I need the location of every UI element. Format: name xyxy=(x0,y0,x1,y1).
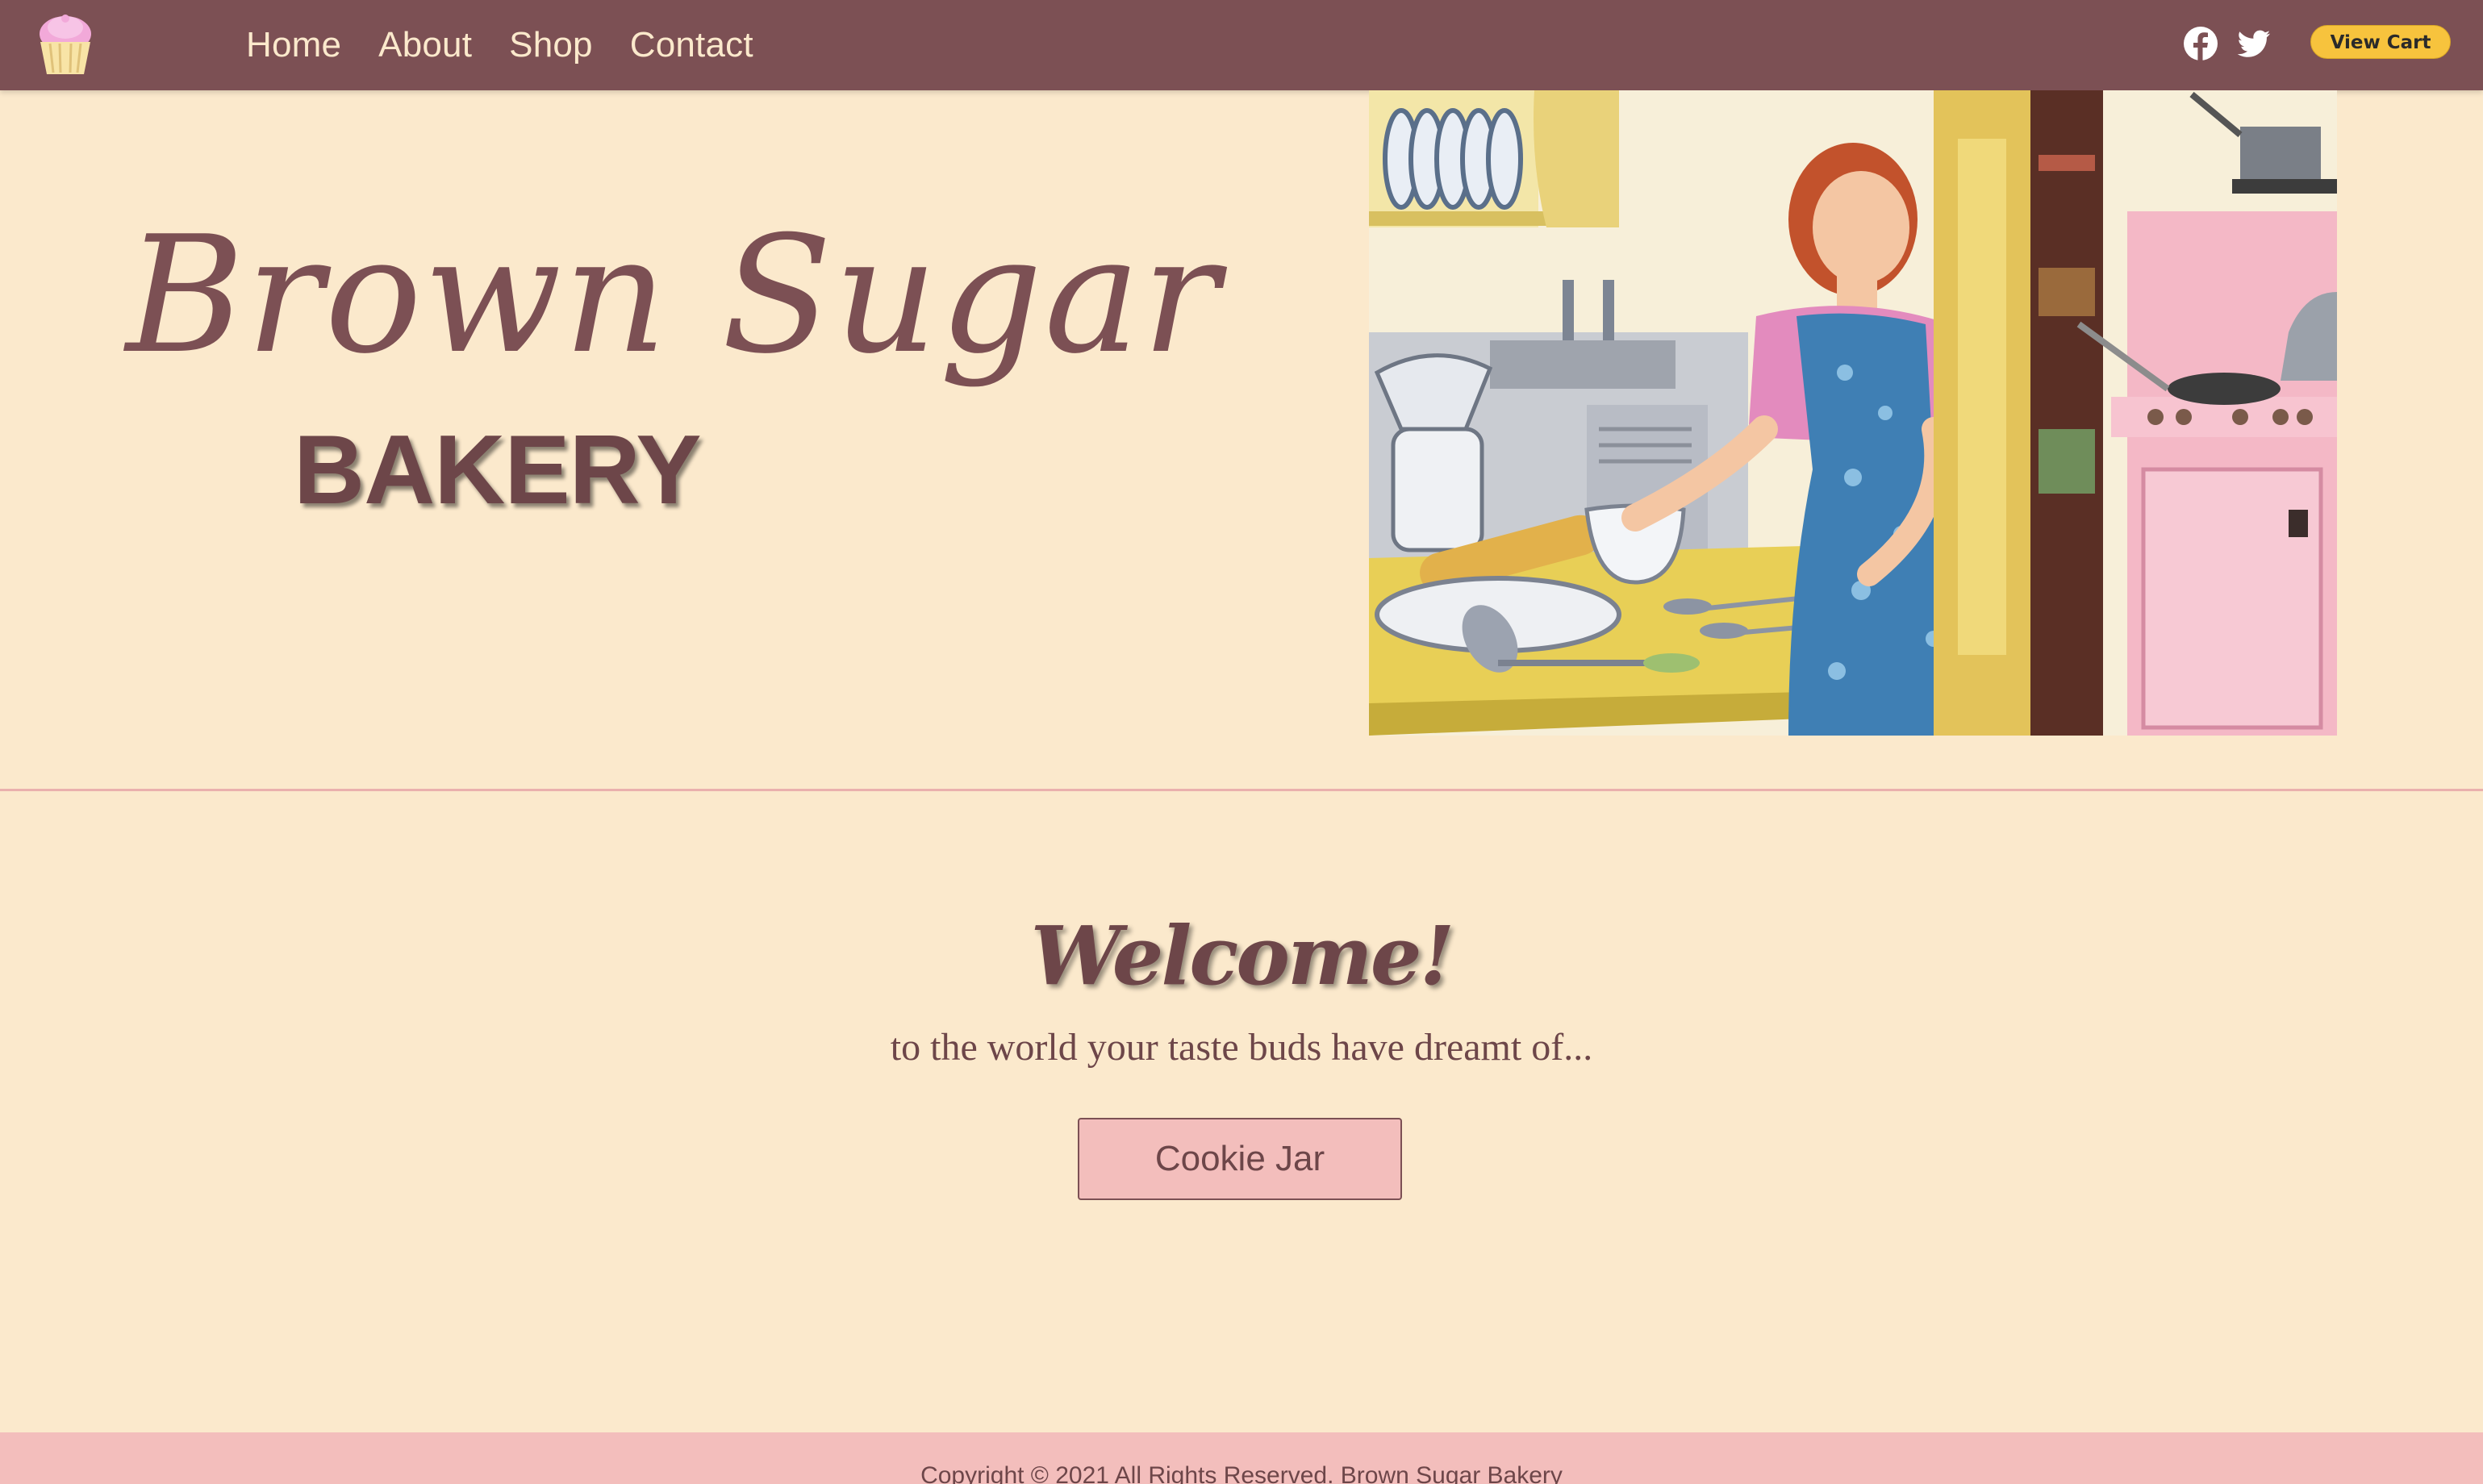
nav-link-home[interactable]: Home xyxy=(246,21,341,69)
footer-copyright: Copyright © 2021 All Rights Reserved. Br… xyxy=(920,1462,1563,1484)
footer: Copyright © 2021 All Rights Reserved. Br… xyxy=(0,1432,2483,1484)
brand-name-bakery: BAKERY xyxy=(294,415,702,524)
nav-link-shop[interactable]: Shop xyxy=(509,21,593,69)
brand-name-script: Brown Sugar xyxy=(126,202,1221,390)
navbar: Home About Shop Contact View Cart xyxy=(0,0,2483,90)
hero-section: Brown Sugar BAKERY xyxy=(0,90,2483,790)
twitter-icon[interactable] xyxy=(2236,26,2272,61)
view-cart-button[interactable]: View Cart xyxy=(2310,25,2451,59)
section-divider xyxy=(0,789,2483,791)
cupcake-icon[interactable] xyxy=(35,13,95,76)
nav-links: Home About Shop Contact xyxy=(246,21,753,69)
cookie-jar-button[interactable]: Cookie Jar xyxy=(1078,1118,1402,1200)
nav-link-contact[interactable]: Contact xyxy=(630,21,753,69)
welcome-heading: Welcome! xyxy=(1030,908,1455,1003)
facebook-icon[interactable] xyxy=(2183,26,2218,61)
retro-kitchen-illustration xyxy=(1369,90,2337,736)
nav-link-about[interactable]: About xyxy=(378,21,472,69)
welcome-tagline: to the world your taste buds have dreamt… xyxy=(890,1026,1593,1069)
